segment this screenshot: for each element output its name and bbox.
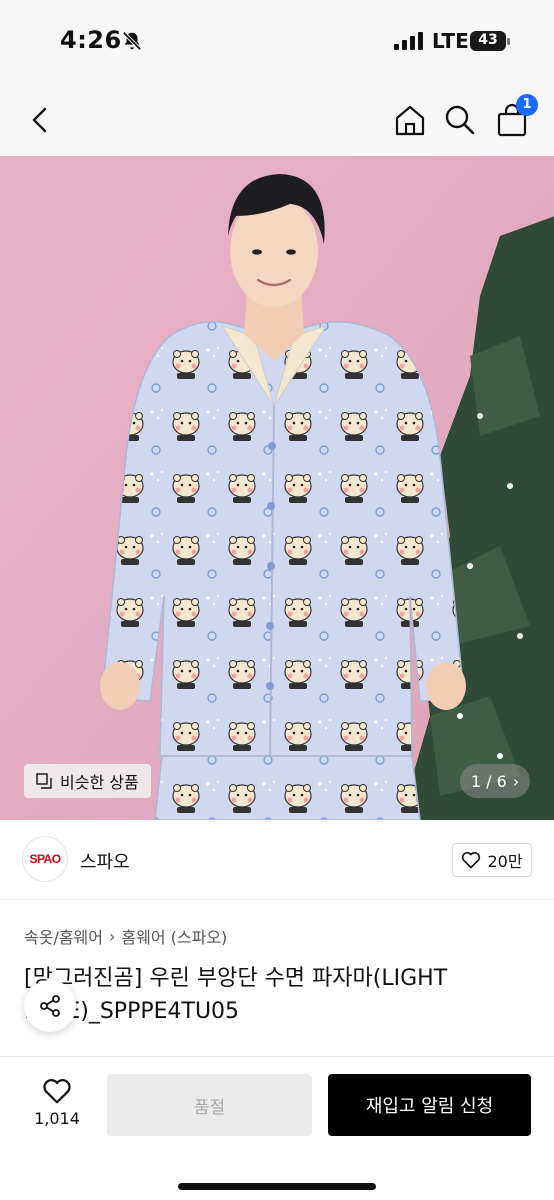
home-button[interactable] — [390, 100, 430, 140]
battery-level: 43 — [478, 32, 498, 48]
wishlist-button[interactable]: 1,014 — [22, 1075, 92, 1135]
brand-logo[interactable]: SPAO — [22, 836, 68, 882]
network-type: LTE — [432, 29, 469, 53]
page-indicator-text: 1 / 6 — [470, 771, 507, 791]
product-title: [망그러진곰] 우린 부앙단 수면 파자마(LIGHT BLUE)_SPPPE4… — [24, 966, 448, 1024]
status-time: 4:26 — [60, 26, 122, 54]
similar-products-button[interactable]: 비슷한 상품 — [24, 764, 151, 798]
product-photo — [0, 156, 554, 820]
similar-products-label: 비슷한 상품 — [60, 773, 139, 792]
app-header: 1 — [0, 84, 554, 156]
breadcrumb: 속옷/홈웨어 › 홈웨어 (스파오) — [24, 924, 227, 948]
chevron-right-icon: › — [109, 926, 116, 946]
status-bar: 4:26 LTE 43 — [0, 0, 554, 84]
breadcrumb-item[interactable]: 속옷/홈웨어 — [24, 924, 103, 948]
brand-like-button[interactable]: 20만 — [452, 843, 532, 877]
search-icon — [445, 105, 475, 135]
bottom-action-bar: 1,014 품절 재입고 알림 신청 — [0, 1056, 554, 1200]
breadcrumb-item[interactable]: 홈웨어 (스파오) — [121, 924, 227, 948]
cart-button[interactable]: 1 — [492, 94, 538, 140]
chevron-right-icon: › — [512, 771, 520, 791]
share-button[interactable] — [24, 980, 76, 1032]
chevron-left-icon — [32, 107, 47, 133]
similar-items-icon — [36, 773, 52, 789]
wishlist-count: 1,014 — [34, 1109, 80, 1128]
bell-muted-icon — [122, 31, 142, 51]
home-icon — [395, 105, 425, 136]
brand-name[interactable]: 스파오 — [80, 848, 130, 874]
product-image[interactable]: 비슷한 상품 1 / 6 › — [0, 156, 554, 820]
cart-badge: 1 — [516, 94, 538, 116]
signal-icon — [394, 32, 423, 50]
share-icon — [40, 995, 60, 1017]
image-page-indicator[interactable]: 1 / 6 › — [460, 764, 530, 798]
home-indicator[interactable] — [178, 1183, 376, 1190]
brand-like-count: 20만 — [487, 852, 523, 871]
heart-icon — [43, 1079, 71, 1104]
soldout-button[interactable]: 품절 — [107, 1074, 312, 1136]
heart-icon — [462, 851, 481, 869]
battery-icon: 43 — [470, 31, 510, 51]
brand-row: SPAO 스파오 20만 — [0, 820, 554, 900]
back-button[interactable] — [20, 100, 60, 140]
restock-alert-button[interactable]: 재입고 알림 신청 — [328, 1074, 531, 1136]
search-button[interactable] — [440, 100, 480, 140]
